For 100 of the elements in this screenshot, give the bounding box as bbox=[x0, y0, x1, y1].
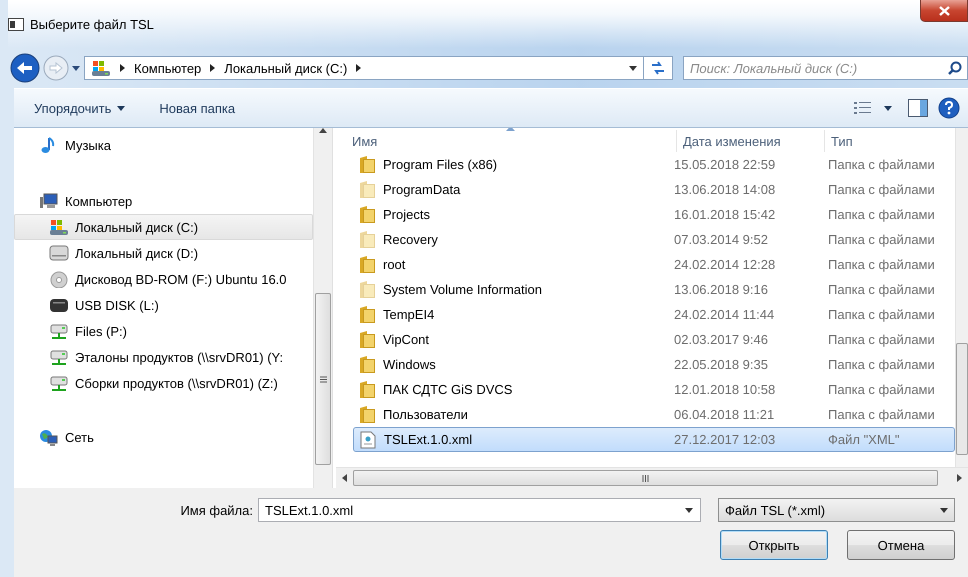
file-type: Папка с файлами bbox=[827, 407, 935, 422]
file-date: 22.05.2018 9:35 bbox=[673, 357, 769, 372]
breadcrumb[interactable]: Компьютер bbox=[134, 60, 202, 76]
toolbar-button[interactable]: Упорядочить bbox=[22, 96, 138, 120]
field-label: Имя файла: bbox=[180, 502, 253, 518]
file-type: Папка с файлами bbox=[827, 157, 935, 172]
nav-item[interactable]: Компьютер bbox=[14, 188, 313, 214]
file-row[interactable]: Пользователи 06.04.2018 11:21 Папка с файлами bbox=[353, 402, 955, 427]
file-type: Папка с файлами bbox=[827, 307, 935, 322]
dialog-button[interactable]: Отмена bbox=[847, 530, 955, 560]
network-drive-icon bbox=[49, 374, 69, 392]
file-type: Папка с файлами bbox=[827, 207, 935, 222]
nav-item[interactable]: Локальный диск (C:) bbox=[14, 214, 313, 240]
refresh-icon bbox=[650, 61, 666, 75]
file-date: 12.01.2018 10:58 bbox=[673, 382, 776, 397]
nav-item[interactable]: Сборки продуктов (\\srvDR01) (Z:) bbox=[14, 370, 313, 396]
back-button[interactable] bbox=[10, 53, 40, 83]
usb-drive-icon bbox=[49, 296, 69, 314]
help-icon[interactable] bbox=[938, 97, 960, 119]
file-type: Файл "XML" bbox=[827, 432, 900, 447]
toolbar-button[interactable]: Новая папка bbox=[147, 96, 248, 120]
grip-icon bbox=[320, 376, 326, 382]
window-icon bbox=[8, 18, 24, 30]
scroll-left-icon bbox=[342, 474, 347, 482]
file-date: 13.06.2018 9:16 bbox=[673, 282, 769, 297]
file-date: 15.05.2018 22:59 bbox=[673, 157, 776, 172]
preview-pane-icon[interactable] bbox=[908, 99, 928, 117]
file-row[interactable]: root 24.02.2014 12:28 Папка с файлами bbox=[353, 252, 955, 277]
file-date: 07.03.2014 9:52 bbox=[673, 232, 769, 247]
file-row[interactable]: Recovery 07.03.2014 9:52 Папка с файлами bbox=[353, 227, 955, 252]
file-type: Папка с файлами bbox=[827, 282, 935, 297]
search-icon bbox=[948, 61, 962, 75]
dropdown-icon[interactable] bbox=[629, 66, 637, 70]
file-date: 02.03.2017 9:46 bbox=[673, 332, 769, 347]
file-name: TempEI4 bbox=[383, 307, 434, 322]
chevron-icon bbox=[209, 63, 216, 73]
file-name: VipCont bbox=[383, 332, 430, 347]
file-name: Windows bbox=[383, 357, 436, 372]
file-name: TSLExt.1.0.xml bbox=[384, 432, 472, 447]
file-row[interactable]: Windows 22.05.2018 9:35 Папка с файлами bbox=[353, 352, 955, 377]
file-type: Папка с файлами bbox=[827, 182, 935, 197]
nav-item[interactable]: Сеть bbox=[14, 424, 313, 450]
column-header[interactable]: Дата изменения bbox=[677, 130, 825, 152]
nav-item[interactable]: Музыка bbox=[14, 132, 313, 158]
refresh-button[interactable] bbox=[643, 56, 673, 80]
file-row[interactable]: Program Files (x86) 15.05.2018 22:59 Папка с файлами bbox=[353, 152, 955, 177]
grip-icon bbox=[642, 474, 649, 482]
file-type: Папка с файлами bbox=[827, 257, 935, 272]
file-date: 27.12.2017 12:03 bbox=[673, 432, 776, 447]
file-name: ProgramData bbox=[383, 182, 460, 197]
close-button[interactable] bbox=[920, 0, 968, 22]
address-bar[interactable]: Компьютер Локальный диск (C:) bbox=[84, 56, 644, 80]
nav-item[interactable]: Локальный диск (D:) bbox=[14, 240, 313, 266]
computer-icon bbox=[39, 192, 59, 210]
file-type: Папка с файлами bbox=[827, 382, 935, 397]
breadcrumb[interactable]: Локальный диск (C:) bbox=[224, 60, 348, 76]
drive-icon bbox=[91, 60, 111, 76]
column-header[interactable]: Имя bbox=[346, 130, 677, 152]
file-name-field[interactable]: TSLExt.1.0.xml bbox=[258, 498, 701, 522]
file-row[interactable]: System Volume Information 13.06.2018 9:16 Папка с файлами bbox=[353, 277, 955, 302]
file-row[interactable]: VipCont 02.03.2017 9:46 Папка с файлами bbox=[353, 327, 955, 352]
list-view-icon bbox=[854, 101, 872, 115]
nav-item[interactable]: Files (P:) bbox=[14, 318, 313, 344]
column-header[interactable]: Тип bbox=[825, 130, 955, 152]
chevron-icon bbox=[355, 63, 362, 73]
file-date: 16.01.2018 15:42 bbox=[673, 207, 776, 222]
nav-item[interactable]: USB DISK (L:) bbox=[14, 292, 313, 318]
file-type: Папка с файлами bbox=[827, 357, 935, 372]
file-row[interactable]: TSLExt.1.0.xml 27.12.2017 12:03 Файл "XML" bbox=[353, 427, 955, 452]
file-row[interactable]: TempEI4 24.02.2014 11:44 Папка с файлами bbox=[353, 302, 955, 327]
close-icon bbox=[938, 6, 950, 16]
file-name: root bbox=[383, 257, 406, 272]
history-dropdown-icon[interactable] bbox=[72, 66, 80, 70]
file-date: 24.02.2014 12:28 bbox=[673, 257, 776, 272]
dropdown-icon[interactable] bbox=[685, 508, 693, 513]
drive-icon bbox=[49, 218, 69, 236]
file-name: Пользователи bbox=[383, 407, 468, 422]
file-row[interactable]: Projects 16.01.2018 15:42 Папка с файлами bbox=[353, 202, 955, 227]
file-row[interactable]: ПАК СДТС GiS DVCS 12.01.2018 10:58 Папка с файлами bbox=[353, 377, 955, 402]
file-name: Program Files (x86) bbox=[383, 157, 498, 172]
file-row[interactable]: ProgramData 13.06.2018 14:08 Папка с файлами bbox=[353, 177, 955, 202]
network-drive-icon bbox=[49, 322, 69, 340]
chevron-icon bbox=[119, 63, 126, 73]
globe-computer-icon bbox=[39, 428, 59, 446]
dropdown-icon bbox=[940, 508, 948, 512]
scroll-right-icon bbox=[957, 474, 962, 482]
file-date: 06.04.2018 11:21 bbox=[673, 407, 776, 422]
drive-icon bbox=[49, 244, 69, 262]
network-drive-icon bbox=[49, 348, 69, 366]
dialog-button[interactable]: Открыть bbox=[720, 530, 828, 560]
file-type-dropdown[interactable]: Файл TSL (*.xml) bbox=[718, 498, 955, 522]
file-type: Папка с файлами bbox=[827, 332, 935, 347]
caret-icon bbox=[884, 106, 892, 110]
nav-item[interactable]: Дисковод BD-ROM (F:) Ubuntu 16.0 bbox=[14, 266, 313, 292]
nav-item[interactable]: Эталоны продуктов (\\srvDR01) (Y: bbox=[14, 344, 313, 370]
search-field[interactable]: Поиск: Локальный диск (C:) bbox=[683, 56, 968, 80]
window-title: Выберите файл TSL bbox=[30, 16, 154, 32]
file-type: Папка с файлами bbox=[827, 232, 935, 247]
file-date: 13.06.2018 14:08 bbox=[673, 182, 776, 197]
file-name: Projects bbox=[383, 207, 430, 222]
